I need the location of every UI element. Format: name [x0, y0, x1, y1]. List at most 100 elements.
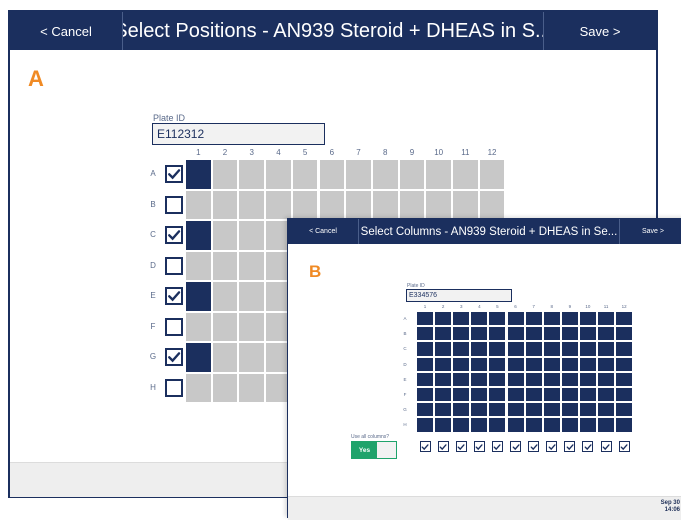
well[interactable] [238, 281, 266, 312]
well[interactable] [542, 341, 561, 357]
well[interactable] [560, 311, 579, 327]
well[interactable] [398, 189, 426, 220]
well[interactable] [542, 417, 561, 433]
well[interactable] [560, 356, 579, 372]
cancel-button[interactable]: < Cancel [10, 12, 122, 50]
well[interactable] [452, 417, 471, 433]
well[interactable] [452, 371, 471, 387]
column-checkbox[interactable] [491, 441, 503, 452]
well[interactable] [416, 402, 435, 418]
well[interactable] [452, 356, 471, 372]
well[interactable] [470, 402, 489, 418]
save-button[interactable]: Save > [544, 12, 656, 50]
well[interactable] [542, 311, 561, 327]
well[interactable] [434, 402, 453, 418]
well[interactable] [416, 341, 435, 357]
well[interactable] [318, 159, 346, 190]
well[interactable] [560, 341, 579, 357]
well[interactable] [506, 371, 525, 387]
well[interactable] [434, 341, 453, 357]
well[interactable] [542, 387, 561, 403]
well[interactable] [597, 326, 616, 342]
well[interactable] [524, 417, 543, 433]
well[interactable] [238, 250, 266, 281]
well[interactable] [506, 402, 525, 418]
well[interactable] [185, 189, 212, 220]
well[interactable] [425, 159, 452, 190]
column-checkbox[interactable] [582, 441, 594, 452]
well[interactable] [478, 159, 506, 190]
well[interactable] [434, 356, 453, 372]
well[interactable] [416, 387, 435, 403]
well[interactable] [615, 311, 634, 327]
well[interactable] [488, 356, 507, 372]
well[interactable] [238, 372, 266, 403]
well[interactable] [488, 417, 507, 433]
well[interactable] [524, 402, 543, 418]
well[interactable] [452, 189, 479, 220]
well[interactable] [470, 387, 489, 403]
row-checkbox[interactable] [165, 195, 183, 214]
column-checkbox[interactable] [510, 441, 521, 452]
well[interactable] [597, 356, 616, 372]
cancel-button[interactable]: < Cancel [288, 219, 358, 244]
well[interactable] [211, 342, 239, 373]
well[interactable] [578, 356, 597, 372]
well[interactable] [185, 159, 212, 190]
well[interactable] [578, 402, 597, 418]
well[interactable] [185, 220, 212, 251]
well[interactable] [238, 189, 266, 220]
well[interactable] [524, 311, 543, 327]
well[interactable] [488, 371, 507, 387]
row-checkbox[interactable] [165, 287, 183, 305]
row-checkbox[interactable] [165, 226, 183, 244]
well[interactable] [615, 356, 634, 372]
well[interactable] [524, 371, 543, 387]
well[interactable] [425, 189, 452, 220]
well[interactable] [211, 311, 239, 342]
well[interactable] [470, 417, 489, 433]
well[interactable] [578, 387, 597, 403]
row-checkbox[interactable] [165, 348, 183, 366]
plate-id-field[interactable]: E112312 [152, 123, 325, 145]
well[interactable] [597, 417, 616, 433]
well[interactable] [371, 189, 399, 220]
well[interactable] [452, 326, 471, 342]
well[interactable] [615, 371, 634, 387]
well[interactable] [578, 371, 597, 387]
well[interactable] [452, 341, 471, 357]
column-checkbox[interactable] [437, 441, 449, 452]
well[interactable] [398, 159, 426, 190]
well[interactable] [470, 326, 489, 342]
well[interactable] [452, 387, 471, 403]
well[interactable] [524, 341, 543, 357]
well[interactable] [416, 311, 435, 327]
well[interactable] [560, 371, 579, 387]
well[interactable] [578, 326, 597, 342]
well[interactable] [238, 159, 266, 190]
well[interactable] [478, 189, 506, 220]
well[interactable] [470, 311, 489, 327]
well[interactable] [211, 372, 239, 403]
well[interactable] [470, 341, 489, 357]
well[interactable] [345, 189, 372, 220]
column-checkbox[interactable] [419, 441, 431, 452]
column-checkbox[interactable] [600, 441, 612, 452]
well[interactable] [211, 281, 239, 312]
well[interactable] [211, 250, 239, 281]
well[interactable] [506, 417, 525, 433]
well[interactable] [211, 220, 239, 251]
well[interactable] [238, 311, 266, 342]
column-checkbox[interactable] [455, 441, 467, 452]
well[interactable] [542, 326, 561, 342]
well[interactable] [185, 311, 212, 342]
row-checkbox[interactable] [165, 317, 183, 336]
well[interactable] [488, 387, 507, 403]
well[interactable] [434, 387, 453, 403]
well[interactable] [506, 387, 525, 403]
well[interactable] [434, 311, 453, 327]
well[interactable] [185, 342, 212, 373]
well[interactable] [371, 159, 399, 190]
well[interactable] [506, 326, 525, 342]
well[interactable] [615, 387, 634, 403]
